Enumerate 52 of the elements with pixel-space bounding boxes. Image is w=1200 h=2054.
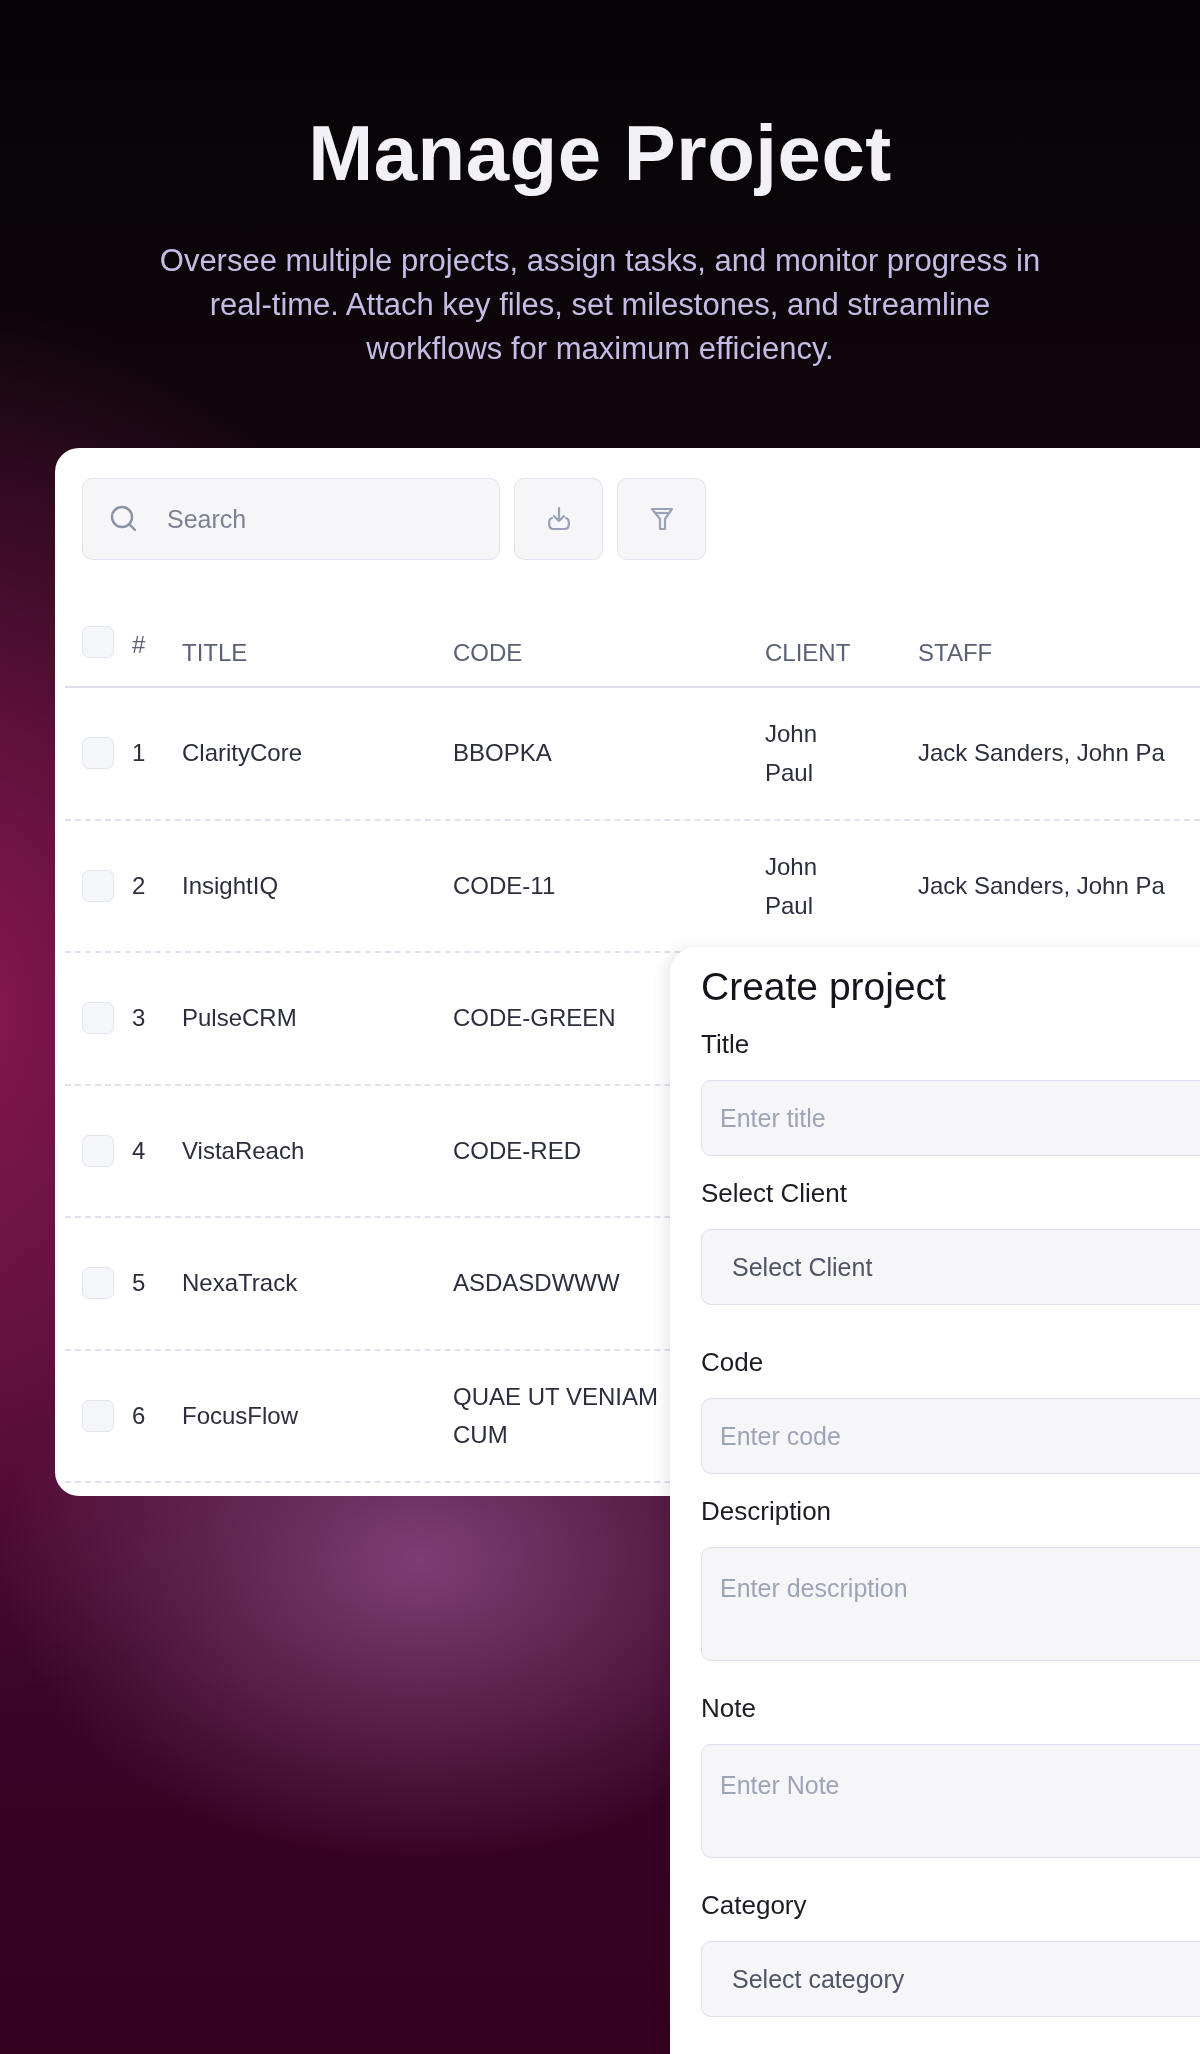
table-cell-text: ClarityCore <box>182 739 304 768</box>
table-cell-text: NexaTrack <box>182 1269 299 1298</box>
text-area[interactable]: Enter description <box>701 1547 1200 1661</box>
filter-button[interactable] <box>617 478 706 560</box>
column-header[interactable]: # <box>132 630 182 660</box>
row-checkbox[interactable] <box>82 1399 114 1432</box>
field-label: Code <box>701 1347 765 1378</box>
table-cell-text: John Paul <box>765 719 819 789</box>
download-button[interactable] <box>514 478 603 560</box>
field-label: Title <box>701 1029 751 1060</box>
column-header[interactable]: CODE <box>453 638 658 668</box>
column-header[interactable]: CLIENT <box>765 638 865 668</box>
field-label: Category <box>701 1890 808 1921</box>
table-cell-text: QUAE UT VENIAM CUM <box>453 1381 658 1450</box>
row-number: 5 <box>132 1269 147 1298</box>
select-all-checkbox[interactable] <box>82 626 114 658</box>
form-title: Create project <box>701 965 947 1009</box>
field-label: Description <box>701 1496 833 1527</box>
row-checkbox[interactable] <box>82 1134 114 1167</box>
row-checkbox[interactable] <box>82 1267 114 1300</box>
table-cell-text: BBOPKA <box>453 738 553 769</box>
select-field[interactable]: Select Client <box>701 1229 1200 1305</box>
column-header[interactable]: TITLE <box>182 638 453 668</box>
text-area[interactable]: Enter Note <box>701 1744 1200 1858</box>
row-checkbox[interactable] <box>82 869 114 902</box>
table-cell-text: PulseCRM <box>182 1004 298 1033</box>
row-checkbox[interactable] <box>82 737 114 770</box>
input-field[interactable]: Enter code <box>701 1398 1200 1474</box>
field-label: Note <box>701 1693 757 1724</box>
row-number: 2 <box>132 871 147 900</box>
table-cell-text: John Paul <box>765 851 819 921</box>
row-number: 4 <box>132 1136 147 1165</box>
row-number: 3 <box>132 1004 147 1033</box>
table-cell-text: CODE-11 <box>453 870 557 901</box>
column-header[interactable]: STAFF <box>918 638 993 668</box>
table-cell-text: InsightIQ <box>182 871 280 900</box>
page-subtitle: Oversee multiple projects, assign tasks, and monitor progress in real-time. Attach key files, set milestones, and streamline workflows for maximum efficiency. <box>158 242 1042 368</box>
input-field[interactable]: Enter title <box>701 1080 1200 1156</box>
row-number: 6 <box>132 1401 147 1430</box>
field-label: Select Client <box>701 1178 848 1209</box>
table-cell: Jack Sanders, John Pa <box>918 739 1165 768</box>
table-cell: Jack Sanders, John Pa <box>918 871 1165 900</box>
row-checkbox[interactable] <box>82 1002 114 1035</box>
table-cell-text: FocusFlow <box>182 1401 300 1430</box>
table-cell-text: CODE-GREEN <box>453 1003 617 1034</box>
page-title: Manage Project <box>307 108 893 199</box>
table-cell-text: VistaReach <box>182 1136 306 1165</box>
row-number: 1 <box>132 739 147 768</box>
table-cell-text: CODE-RED <box>453 1135 582 1166</box>
search-field[interactable]: Search <box>82 478 500 560</box>
select-field[interactable]: Select category <box>701 1941 1200 2017</box>
table-cell-text: ASDASDWWW <box>453 1268 621 1299</box>
